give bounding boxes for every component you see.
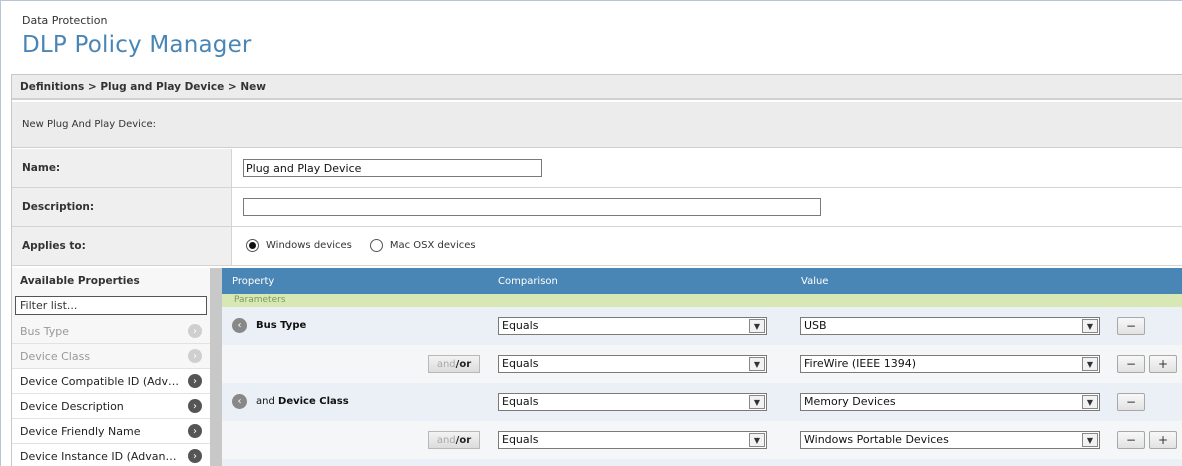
criterion-name: and Device Class [256, 396, 349, 407]
criteria-row: ‹ and Device Class Equals ▼ Memory Devices ▼ − [222, 383, 1182, 421]
description-row: Description: [12, 188, 1182, 227]
criteria-header: Property Comparison Value [222, 268, 1182, 294]
chevron-down-icon[interactable]: ▼ [749, 319, 765, 333]
and-or-toggle-button[interactable]: and/or [428, 355, 480, 373]
description-label: Description: [12, 188, 232, 226]
app-subtitle: Data Protection [22, 14, 108, 27]
or-label: /or [455, 434, 472, 446]
value-select[interactable]: USB ▼ [800, 317, 1100, 335]
value-select[interactable]: Windows Portable Devices ▼ [800, 431, 1100, 449]
comparison-select[interactable]: Equals ▼ [498, 393, 767, 411]
chevron-down-icon[interactable]: ▼ [1082, 395, 1098, 409]
comparison-select-value: Equals [502, 319, 539, 332]
add-property-arrow-icon[interactable]: › [188, 424, 202, 438]
value-select-value: Windows Portable Devices [804, 433, 949, 446]
property-item-label: Device Compatible ID (Advanced) [20, 374, 182, 388]
add-property-arrow-icon[interactable]: › [188, 399, 202, 413]
property-item-label: Bus Type [20, 324, 70, 338]
remove-value-button[interactable]: − [1117, 393, 1145, 411]
criterion-property: Bus Type [256, 320, 307, 331]
and-or-toggle-button[interactable]: and/or [428, 431, 480, 449]
top-border [0, 0, 1182, 1]
comparison-select[interactable]: Equals ▼ [498, 355, 767, 373]
and-label: and [436, 434, 456, 446]
property-item[interactable]: Bus Type › [12, 319, 210, 344]
add-property-arrow-icon[interactable]: › [188, 349, 202, 363]
applies-label: Applies to: [12, 227, 232, 265]
add-value-button[interactable]: + [1149, 355, 1177, 373]
comparison-select-value: Equals [502, 357, 539, 370]
value-select-value: FireWire (IEEE 1394) [804, 357, 917, 370]
radio-windows-button[interactable] [246, 239, 259, 252]
header-comparison: Comparison [498, 276, 558, 287]
header-value: Value [801, 276, 829, 287]
radio-windows[interactable]: Windows devices [246, 239, 352, 252]
available-properties-panel: Available Properties Filter list... Bus … [12, 268, 210, 466]
chevron-down-icon[interactable]: ▼ [749, 433, 765, 447]
name-row: Name: [12, 149, 1182, 188]
comparison-select-value: Equals [502, 433, 539, 446]
criteria-row: and/or Equals ▼ FireWire (IEEE 1394) ▼ − + [222, 345, 1182, 383]
filter-input[interactable]: Filter list... [15, 296, 207, 315]
property-item[interactable]: Device Friendly Name › [12, 419, 210, 444]
remove-value-button[interactable]: − [1117, 355, 1145, 373]
add-value-button[interactable]: + [1149, 431, 1177, 449]
criteria-row: ‹ Bus Type Equals ▼ USB ▼ − [222, 307, 1182, 345]
value-select-value: Memory Devices [804, 395, 896, 408]
property-item-label: Device Friendly Name [20, 424, 141, 438]
applies-radio-group: Windows devices Mac OSX devices [246, 239, 494, 252]
value-select[interactable]: FireWire (IEEE 1394) ▼ [800, 355, 1100, 373]
name-field[interactable] [243, 159, 542, 177]
properties-scrollbar[interactable] [210, 268, 222, 466]
criteria-row: and/or Equals ▼ Windows Portable Devices ▼ − + [222, 421, 1182, 459]
criterion-prefix: and [256, 396, 275, 407]
available-properties-title: Available Properties [20, 275, 140, 287]
criterion-name: Bus Type [256, 320, 306, 331]
breadcrumb: Definitions > Plug and Play Device > New [12, 75, 1182, 100]
chevron-down-icon[interactable]: ▼ [749, 395, 765, 409]
description-field[interactable] [243, 198, 821, 216]
name-label: Name: [12, 149, 232, 187]
header-property: Property [232, 276, 275, 287]
comparison-select[interactable]: Equals ▼ [498, 431, 767, 449]
radio-mac-label: Mac OSX devices [389, 240, 476, 251]
add-property-arrow-icon[interactable]: › [188, 374, 202, 388]
applies-row: Applies to: Windows devices Mac OSX devi… [12, 227, 1182, 266]
or-label: /or [455, 358, 472, 370]
property-item-label: Device Class [20, 349, 91, 363]
add-property-arrow-icon[interactable]: › [188, 449, 202, 463]
property-item[interactable]: Device Class › [12, 344, 210, 369]
remove-criterion-icon[interactable]: ‹ [232, 318, 247, 333]
chevron-down-icon[interactable]: ▼ [1082, 433, 1098, 447]
criterion-property: Device Class [278, 396, 349, 407]
criteria-table: Property Comparison Value Parameters ‹ Bu… [222, 268, 1182, 466]
value-select[interactable]: Memory Devices ▼ [800, 393, 1100, 411]
comparison-select-value: Equals [502, 395, 539, 408]
radio-mac[interactable]: Mac OSX devices [369, 239, 476, 252]
and-label: and [436, 358, 456, 370]
left-border [0, 0, 1, 466]
parameters-bar: Parameters [222, 294, 1182, 307]
remove-value-button[interactable]: − [1117, 431, 1145, 449]
property-item[interactable]: Device Compatible ID (Advanced) › [12, 369, 210, 394]
page-title: DLP Policy Manager [22, 32, 252, 58]
radio-windows-label: Windows devices [266, 240, 352, 251]
property-item-label: Device Instance ID (Advanced) [20, 449, 182, 463]
remove-value-button[interactable]: − [1117, 317, 1145, 335]
add-property-arrow-icon[interactable]: › [188, 324, 202, 338]
property-item-label: Device Description [20, 399, 124, 413]
chevron-down-icon[interactable]: ▼ [1082, 319, 1098, 333]
chevron-down-icon[interactable]: ▼ [749, 357, 765, 371]
property-item[interactable]: Device Instance ID (Advanced) › [12, 444, 210, 466]
chevron-down-icon[interactable]: ▼ [1082, 357, 1098, 371]
comparison-select[interactable]: Equals ▼ [498, 317, 767, 335]
property-item[interactable]: Device Description › [12, 394, 210, 419]
content-frame: Definitions > Plug and Play Device > New… [11, 74, 1182, 466]
remove-criterion-icon[interactable]: ‹ [232, 394, 247, 409]
available-properties-list: Bus Type › Device Class › Device Compatible … [12, 319, 210, 466]
section-title: New Plug And Play Device: [12, 102, 1182, 148]
radio-mac-button[interactable] [369, 239, 383, 252]
value-select-value: USB [804, 319, 827, 332]
